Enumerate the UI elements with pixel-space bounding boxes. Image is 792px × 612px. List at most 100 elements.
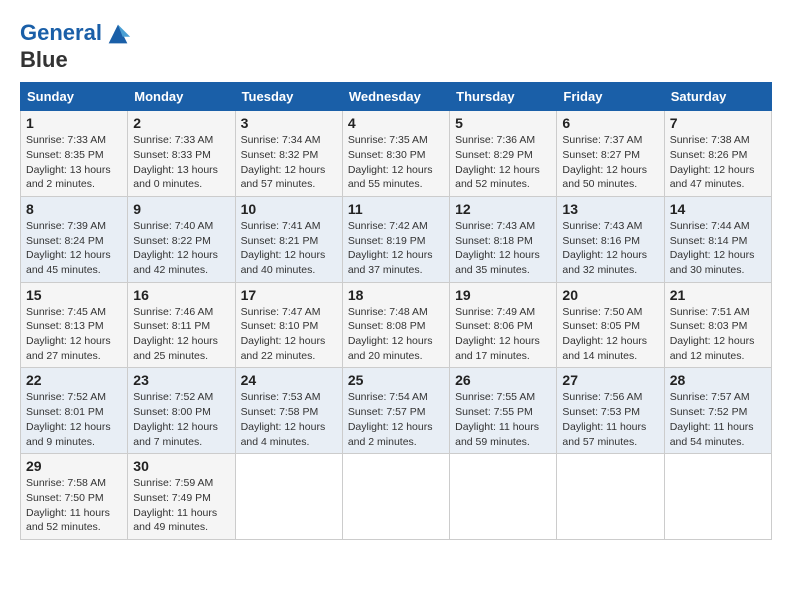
calendar-cell: 6 Sunrise: 7:37 AMSunset: 8:27 PMDayligh… — [557, 111, 664, 197]
calendar-cell: 29 Sunrise: 7:58 AMSunset: 7:50 PMDaylig… — [21, 454, 128, 540]
day-info: Sunrise: 7:50 AMSunset: 8:05 PMDaylight:… — [562, 305, 658, 364]
calendar-cell: 12 Sunrise: 7:43 AMSunset: 8:18 PMDaylig… — [450, 196, 557, 282]
day-number: 15 — [26, 287, 122, 303]
day-number: 2 — [133, 115, 229, 131]
weekday-header: Monday — [128, 83, 235, 111]
calendar-cell: 7 Sunrise: 7:38 AMSunset: 8:26 PMDayligh… — [664, 111, 771, 197]
weekday-header: Tuesday — [235, 83, 342, 111]
day-number: 20 — [562, 287, 658, 303]
empty-cell — [450, 454, 557, 540]
calendar-cell: 21 Sunrise: 7:51 AMSunset: 8:03 PMDaylig… — [664, 282, 771, 368]
calendar-cell: 22 Sunrise: 7:52 AMSunset: 8:01 PMDaylig… — [21, 368, 128, 454]
calendar-cell: 16 Sunrise: 7:46 AMSunset: 8:11 PMDaylig… — [128, 282, 235, 368]
day-info: Sunrise: 7:55 AMSunset: 7:55 PMDaylight:… — [455, 390, 551, 449]
day-number: 3 — [241, 115, 337, 131]
day-number: 21 — [670, 287, 766, 303]
day-number: 18 — [348, 287, 444, 303]
empty-cell — [235, 454, 342, 540]
day-info: Sunrise: 7:45 AMSunset: 8:13 PMDaylight:… — [26, 305, 122, 364]
calendar-cell: 28 Sunrise: 7:57 AMSunset: 7:52 PMDaylig… — [664, 368, 771, 454]
calendar-cell: 2 Sunrise: 7:33 AMSunset: 8:33 PMDayligh… — [128, 111, 235, 197]
day-number: 16 — [133, 287, 229, 303]
day-info: Sunrise: 7:42 AMSunset: 8:19 PMDaylight:… — [348, 219, 444, 278]
calendar-cell: 17 Sunrise: 7:47 AMSunset: 8:10 PMDaylig… — [235, 282, 342, 368]
calendar-cell: 25 Sunrise: 7:54 AMSunset: 7:57 PMDaylig… — [342, 368, 449, 454]
weekday-header: Thursday — [450, 83, 557, 111]
calendar-cell: 8 Sunrise: 7:39 AMSunset: 8:24 PMDayligh… — [21, 196, 128, 282]
calendar-cell: 19 Sunrise: 7:49 AMSunset: 8:06 PMDaylig… — [450, 282, 557, 368]
day-number: 30 — [133, 458, 229, 474]
day-number: 7 — [670, 115, 766, 131]
weekday-header: Sunday — [21, 83, 128, 111]
day-number: 10 — [241, 201, 337, 217]
day-info: Sunrise: 7:51 AMSunset: 8:03 PMDaylight:… — [670, 305, 766, 364]
day-info: Sunrise: 7:36 AMSunset: 8:29 PMDaylight:… — [455, 133, 551, 192]
day-number: 6 — [562, 115, 658, 131]
calendar-cell: 11 Sunrise: 7:42 AMSunset: 8:19 PMDaylig… — [342, 196, 449, 282]
calendar-cell: 5 Sunrise: 7:36 AMSunset: 8:29 PMDayligh… — [450, 111, 557, 197]
day-info: Sunrise: 7:44 AMSunset: 8:14 PMDaylight:… — [670, 219, 766, 278]
calendar-cell: 24 Sunrise: 7:53 AMSunset: 7:58 PMDaylig… — [235, 368, 342, 454]
day-number: 28 — [670, 372, 766, 388]
calendar-cell: 1 Sunrise: 7:33 AMSunset: 8:35 PMDayligh… — [21, 111, 128, 197]
calendar-cell: 27 Sunrise: 7:56 AMSunset: 7:53 PMDaylig… — [557, 368, 664, 454]
day-info: Sunrise: 7:59 AMSunset: 7:49 PMDaylight:… — [133, 476, 229, 535]
logo: General Blue — [20, 20, 132, 72]
day-number: 13 — [562, 201, 658, 217]
calendar-cell: 15 Sunrise: 7:45 AMSunset: 8:13 PMDaylig… — [21, 282, 128, 368]
page-header: General Blue — [20, 20, 772, 72]
day-info: Sunrise: 7:41 AMSunset: 8:21 PMDaylight:… — [241, 219, 337, 278]
day-info: Sunrise: 7:38 AMSunset: 8:26 PMDaylight:… — [670, 133, 766, 192]
weekday-header: Wednesday — [342, 83, 449, 111]
day-number: 1 — [26, 115, 122, 131]
day-info: Sunrise: 7:49 AMSunset: 8:06 PMDaylight:… — [455, 305, 551, 364]
calendar-cell: 13 Sunrise: 7:43 AMSunset: 8:16 PMDaylig… — [557, 196, 664, 282]
day-number: 14 — [670, 201, 766, 217]
weekday-header: Friday — [557, 83, 664, 111]
calendar-table: SundayMondayTuesdayWednesdayThursdayFrid… — [20, 82, 772, 540]
day-number: 23 — [133, 372, 229, 388]
empty-cell — [557, 454, 664, 540]
calendar-cell: 30 Sunrise: 7:59 AMSunset: 7:49 PMDaylig… — [128, 454, 235, 540]
day-number: 25 — [348, 372, 444, 388]
day-info: Sunrise: 7:53 AMSunset: 7:58 PMDaylight:… — [241, 390, 337, 449]
day-info: Sunrise: 7:39 AMSunset: 8:24 PMDaylight:… — [26, 219, 122, 278]
calendar-cell: 14 Sunrise: 7:44 AMSunset: 8:14 PMDaylig… — [664, 196, 771, 282]
day-number: 12 — [455, 201, 551, 217]
weekday-header: Saturday — [664, 83, 771, 111]
day-number: 5 — [455, 115, 551, 131]
day-number: 17 — [241, 287, 337, 303]
day-number: 24 — [241, 372, 337, 388]
day-info: Sunrise: 7:57 AMSunset: 7:52 PMDaylight:… — [670, 390, 766, 449]
day-number: 26 — [455, 372, 551, 388]
day-number: 22 — [26, 372, 122, 388]
day-info: Sunrise: 7:43 AMSunset: 8:16 PMDaylight:… — [562, 219, 658, 278]
day-number: 19 — [455, 287, 551, 303]
day-info: Sunrise: 7:58 AMSunset: 7:50 PMDaylight:… — [26, 476, 122, 535]
calendar-cell: 4 Sunrise: 7:35 AMSunset: 8:30 PMDayligh… — [342, 111, 449, 197]
calendar-cell: 26 Sunrise: 7:55 AMSunset: 7:55 PMDaylig… — [450, 368, 557, 454]
logo-text: General Blue — [20, 20, 132, 72]
day-info: Sunrise: 7:56 AMSunset: 7:53 PMDaylight:… — [562, 390, 658, 449]
day-info: Sunrise: 7:33 AMSunset: 8:33 PMDaylight:… — [133, 133, 229, 192]
calendar-cell: 9 Sunrise: 7:40 AMSunset: 8:22 PMDayligh… — [128, 196, 235, 282]
empty-cell — [664, 454, 771, 540]
day-number: 9 — [133, 201, 229, 217]
day-number: 27 — [562, 372, 658, 388]
day-info: Sunrise: 7:52 AMSunset: 8:00 PMDaylight:… — [133, 390, 229, 449]
day-info: Sunrise: 7:37 AMSunset: 8:27 PMDaylight:… — [562, 133, 658, 192]
empty-cell — [342, 454, 449, 540]
day-info: Sunrise: 7:35 AMSunset: 8:30 PMDaylight:… — [348, 133, 444, 192]
calendar-cell: 3 Sunrise: 7:34 AMSunset: 8:32 PMDayligh… — [235, 111, 342, 197]
day-number: 4 — [348, 115, 444, 131]
day-info: Sunrise: 7:52 AMSunset: 8:01 PMDaylight:… — [26, 390, 122, 449]
day-info: Sunrise: 7:47 AMSunset: 8:10 PMDaylight:… — [241, 305, 337, 364]
day-number: 11 — [348, 201, 444, 217]
day-info: Sunrise: 7:40 AMSunset: 8:22 PMDaylight:… — [133, 219, 229, 278]
day-info: Sunrise: 7:33 AMSunset: 8:35 PMDaylight:… — [26, 133, 122, 192]
day-number: 8 — [26, 201, 122, 217]
day-info: Sunrise: 7:43 AMSunset: 8:18 PMDaylight:… — [455, 219, 551, 278]
day-info: Sunrise: 7:48 AMSunset: 8:08 PMDaylight:… — [348, 305, 444, 364]
calendar-cell: 18 Sunrise: 7:48 AMSunset: 8:08 PMDaylig… — [342, 282, 449, 368]
calendar-cell: 20 Sunrise: 7:50 AMSunset: 8:05 PMDaylig… — [557, 282, 664, 368]
